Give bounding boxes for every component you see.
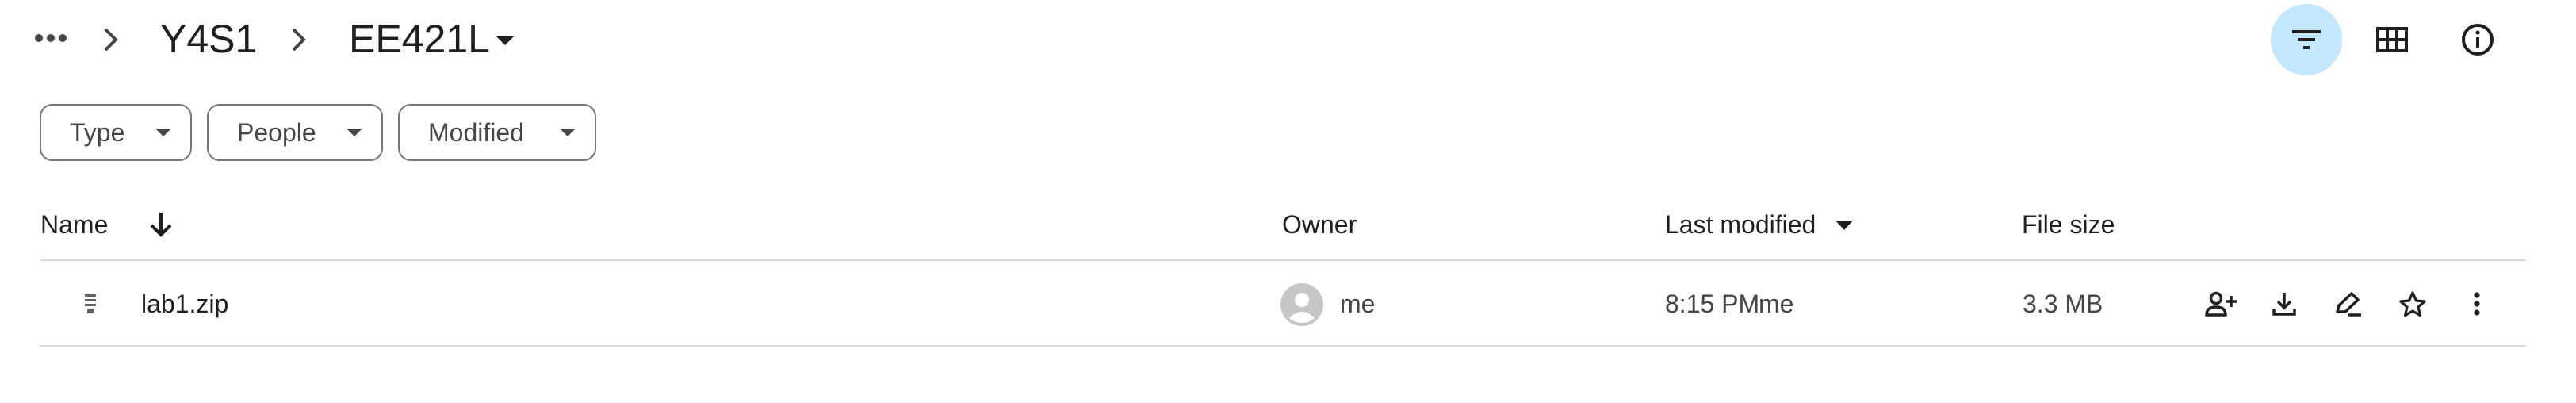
header-divider <box>40 259 2526 261</box>
modified-time: 8:15 PM <box>1665 290 1760 318</box>
grid-view-icon <box>2376 27 2408 52</box>
breadcrumb-item-y4s1[interactable]: Y4S1 <box>160 19 257 59</box>
more-vert-icon <box>2473 291 2481 317</box>
download-button[interactable] <box>2264 284 2304 324</box>
column-header-file-size: File size <box>2022 210 2115 239</box>
share-button[interactable] <box>2201 284 2241 324</box>
info-icon <box>2461 23 2494 56</box>
file-size: 3.3 MB <box>2023 290 2103 318</box>
share-icon <box>2205 291 2237 317</box>
filter-list-icon <box>2292 29 2321 51</box>
chevron-right-icon <box>289 26 308 53</box>
type-filter-label: Type <box>70 117 125 147</box>
avatar <box>1280 283 1323 326</box>
modified-by: me <box>1759 290 1794 318</box>
zip-file-icon <box>82 293 98 315</box>
arrow-drop-down-icon[interactable] <box>495 35 515 46</box>
rename-icon <box>2334 291 2363 317</box>
grid-layout-button[interactable] <box>2356 4 2428 75</box>
row-divider <box>40 345 2526 347</box>
view-details-button[interactable] <box>2442 4 2513 75</box>
chevron-right-icon <box>101 26 121 53</box>
filter-toggle-button[interactable] <box>2271 4 2342 75</box>
rename-button[interactable] <box>2329 284 2368 324</box>
arrow-drop-down-icon[interactable] <box>1835 220 1854 231</box>
people-filter-label: People <box>237 117 316 147</box>
breadcrumb-item-current-folder[interactable]: EE421L <box>349 19 490 59</box>
arrow-drop-down-icon <box>346 129 362 136</box>
star-icon <box>2398 290 2427 317</box>
type-filter-chip[interactable]: Type <box>40 104 192 161</box>
file-name[interactable]: lab1.zip <box>141 288 228 320</box>
column-header-name[interactable]: Name <box>40 209 108 240</box>
more-horiz-icon[interactable] <box>33 29 68 48</box>
owner-name: me <box>1340 290 1376 318</box>
arrow-downward-icon[interactable] <box>148 211 174 238</box>
star-button[interactable] <box>2393 284 2432 324</box>
people-filter-chip[interactable]: People <box>207 104 383 161</box>
arrow-drop-down-icon <box>155 129 171 136</box>
modified-filter-label: Modified <box>428 117 524 147</box>
modified-filter-chip[interactable]: Modified <box>398 104 596 161</box>
arrow-drop-down-icon <box>560 129 576 136</box>
download-icon <box>2272 291 2297 317</box>
column-header-last-modified[interactable]: Last modified <box>1665 209 1816 240</box>
more-actions-button[interactable] <box>2457 284 2497 324</box>
column-header-owner: Owner <box>1282 210 1357 239</box>
